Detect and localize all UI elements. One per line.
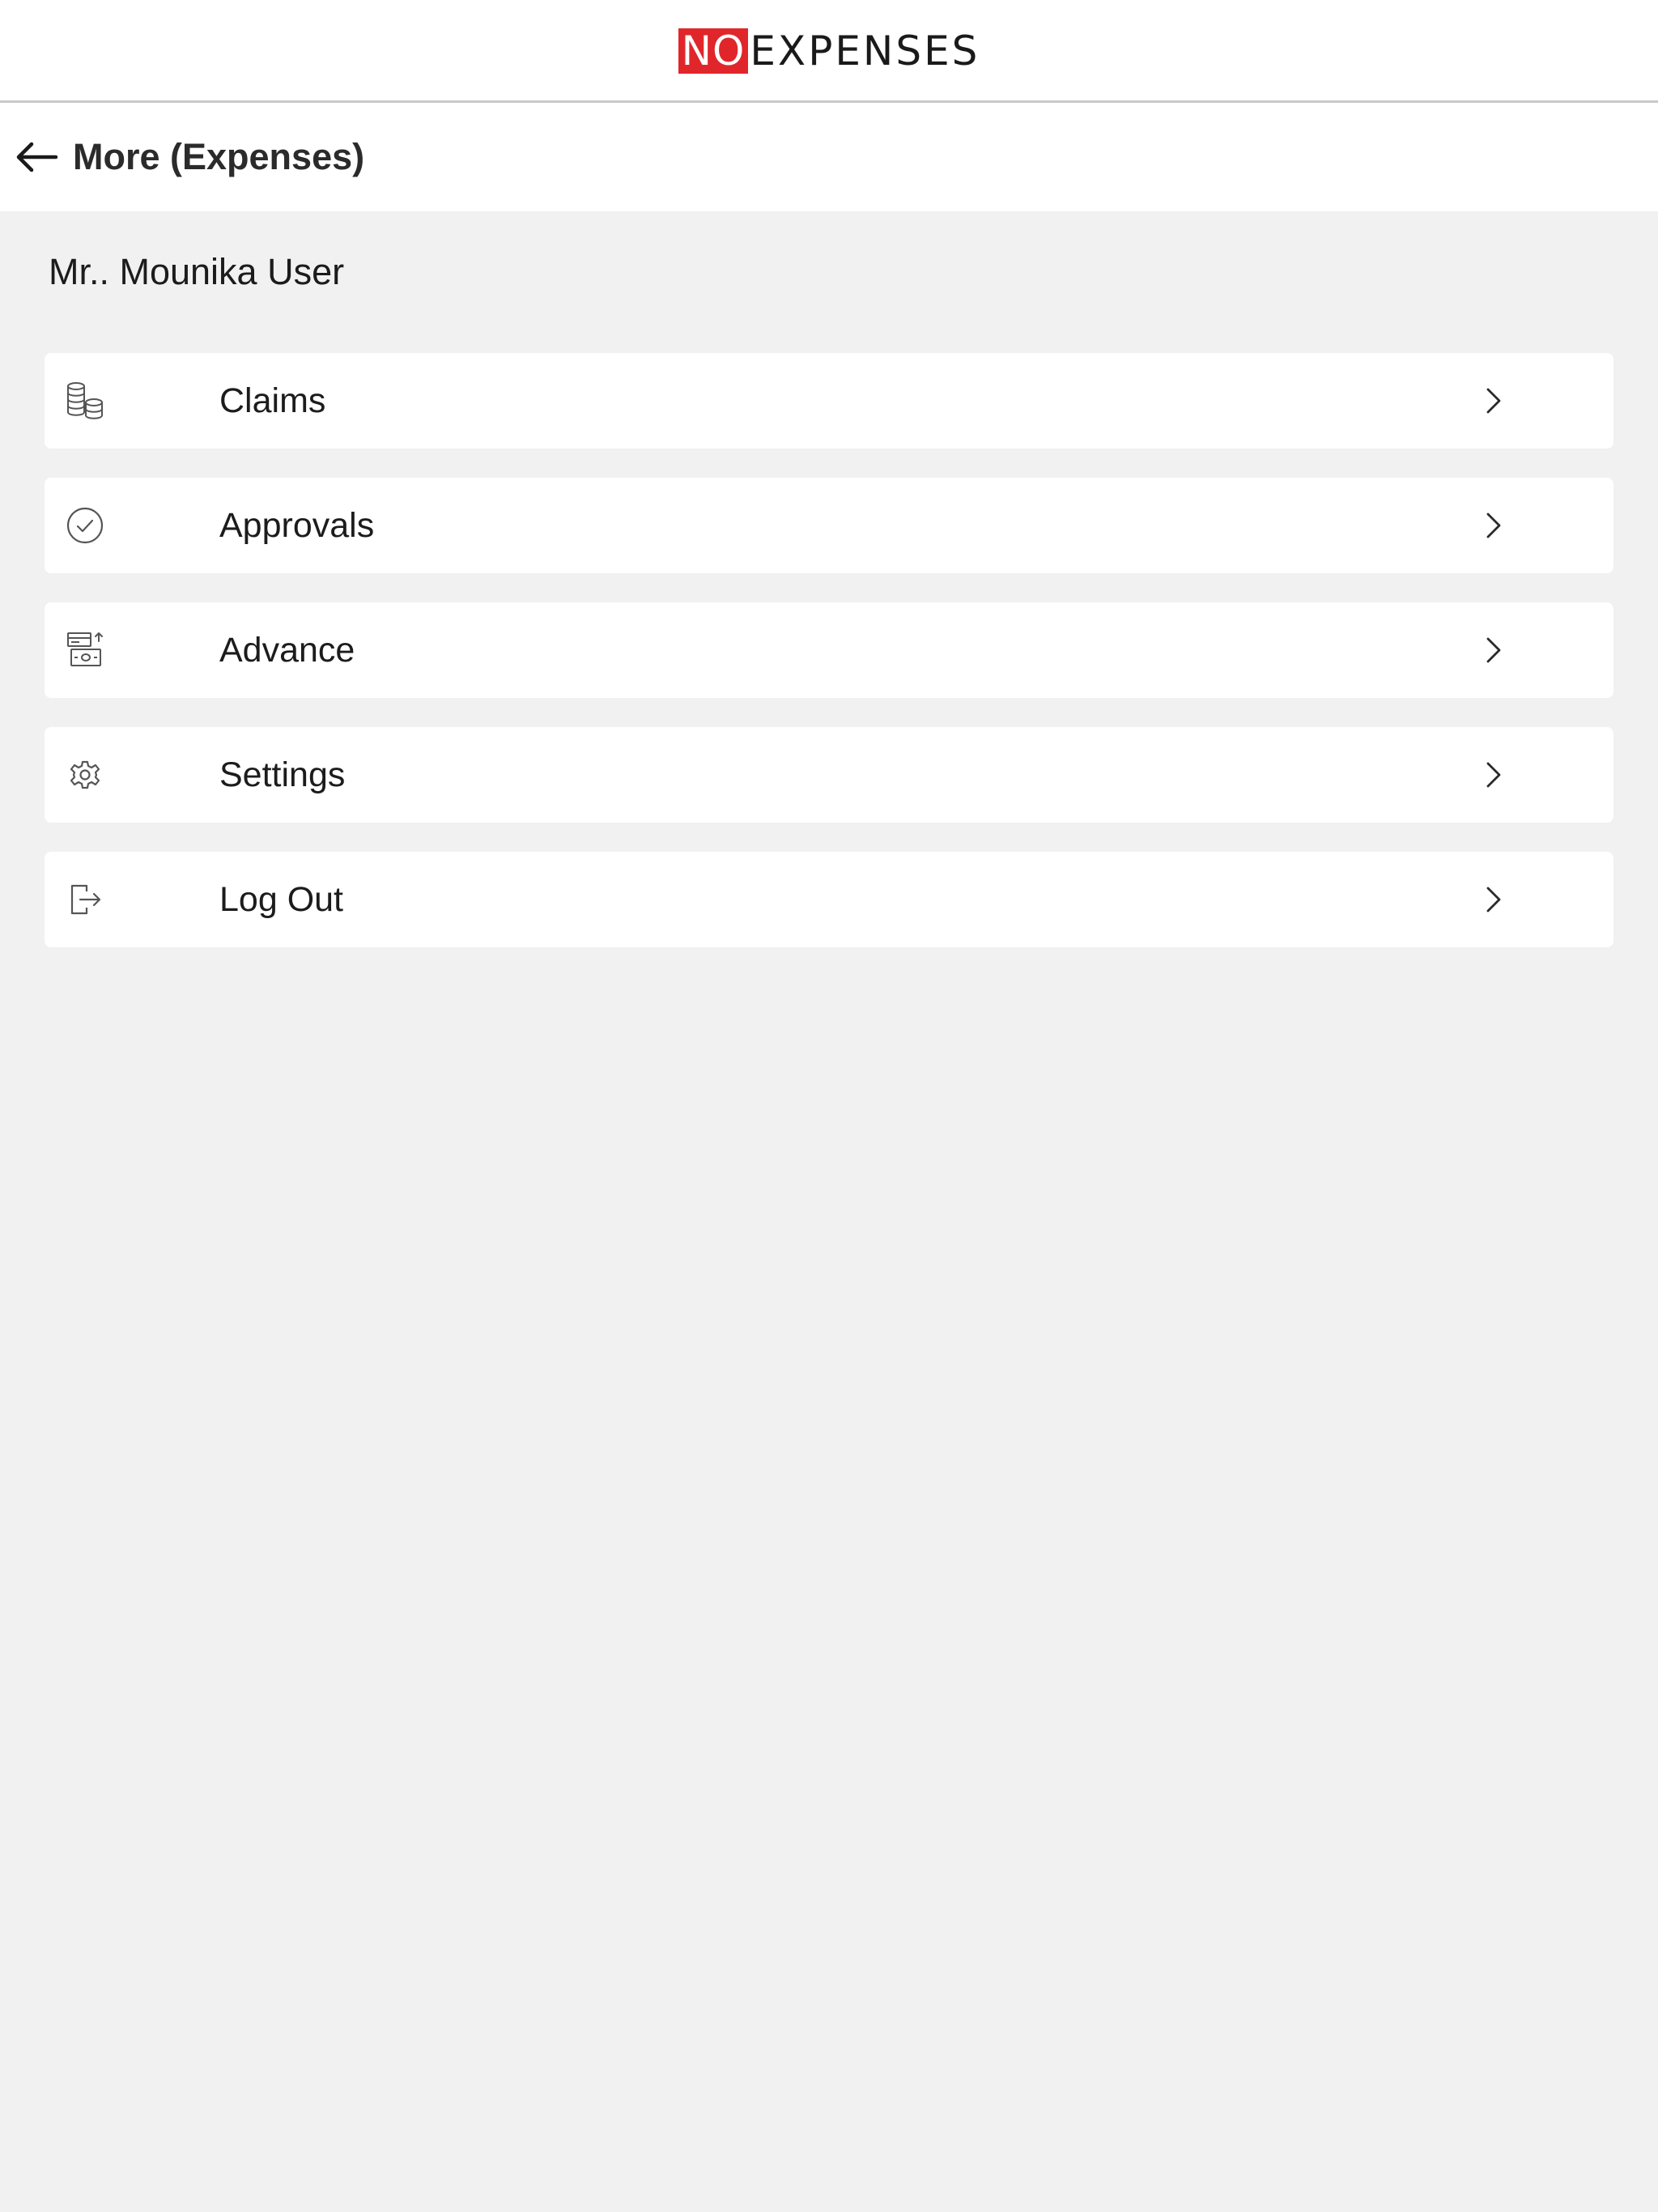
chevron-right-icon [1477, 759, 1510, 791]
menu-item-label: Claims [219, 381, 326, 420]
menu-item-settings[interactable]: Settings [45, 727, 1613, 823]
menu-item-logout[interactable]: Log Out [45, 852, 1613, 947]
menu-item-label: Advance [219, 630, 355, 670]
chevron-right-icon [1477, 883, 1510, 916]
coins-stack-icon [64, 380, 106, 422]
menu-item-label: Log Out [219, 879, 343, 919]
title-bar: More (Expenses) [0, 103, 1658, 211]
logo-text: EXPENSES [750, 28, 980, 74]
menu-item-label: Settings [219, 755, 346, 794]
app-header: NO EXPENSES [0, 0, 1658, 103]
menu-item-claims[interactable]: Claims [45, 353, 1613, 449]
chevron-right-icon [1477, 509, 1510, 542]
menu-item-approvals[interactable]: Approvals [45, 478, 1613, 573]
logout-icon [64, 878, 106, 921]
back-button[interactable] [13, 133, 62, 181]
page-title: More (Expenses) [73, 136, 365, 177]
user-name: Mr.. Mounika User [49, 251, 345, 292]
check-circle-icon [64, 504, 106, 547]
cash-advance-icon [64, 629, 106, 671]
gear-icon [64, 754, 106, 796]
menu-item-advance[interactable]: Advance [45, 602, 1613, 698]
chevron-right-icon [1477, 634, 1510, 666]
arrow-left-icon [16, 142, 58, 172]
menu-list: Claims Approvals Advance Settings Log Ou… [45, 353, 1613, 976]
app-logo: NO EXPENSES [678, 28, 980, 74]
logo-highlight: NO [678, 28, 749, 74]
chevron-right-icon [1477, 385, 1510, 417]
menu-item-label: Approvals [219, 505, 375, 545]
